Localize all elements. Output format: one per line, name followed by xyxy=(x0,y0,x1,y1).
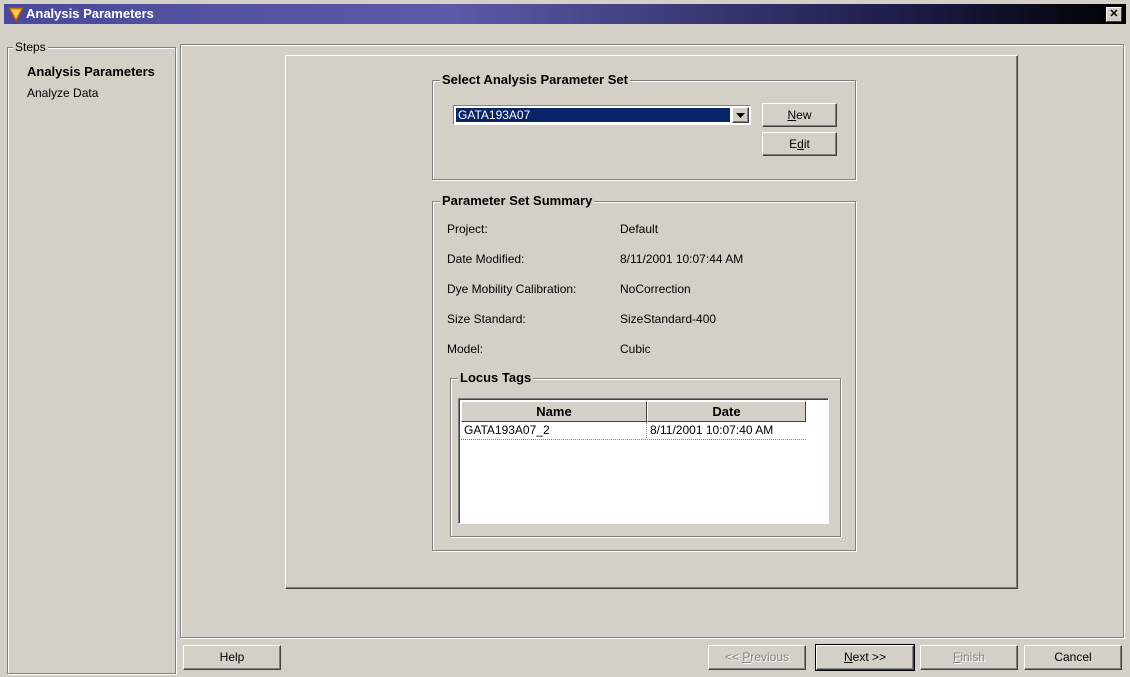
dropdown-arrow-button[interactable] xyxy=(732,107,749,123)
app-logo-icon xyxy=(8,7,24,22)
project-label: Project: xyxy=(447,222,488,236)
column-header-name[interactable]: Name xyxy=(461,401,647,422)
size-standard-label: Size Standard: xyxy=(447,312,526,326)
column-header-date[interactable]: Date xyxy=(647,401,806,422)
finish-button[interactable]: Finish xyxy=(920,645,1018,670)
cancel-button[interactable]: Cancel xyxy=(1024,645,1122,670)
model-label: Model: xyxy=(447,342,484,356)
window-title: Analysis Parameters xyxy=(26,6,154,21)
next-button[interactable]: Next >> xyxy=(815,644,915,671)
locus-tags-legend: Locus Tags xyxy=(458,370,534,385)
step-analyze-data[interactable]: Analyze Data xyxy=(27,86,98,100)
model-value: Cubic xyxy=(620,342,651,356)
table-row[interactable]: GATA193A07_2 8/11/2001 10:07:40 AM xyxy=(461,422,806,440)
previous-button[interactable]: << Previous xyxy=(708,645,806,670)
title-bar[interactable]: Analysis Parameters ✕ xyxy=(4,4,1126,24)
dye-mobility-value: NoCorrection xyxy=(620,282,691,296)
project-value: Default xyxy=(620,222,659,236)
size-standard-value: SizeStandard-400 xyxy=(620,312,717,326)
close-icon[interactable]: ✕ xyxy=(1106,7,1122,22)
locus-tags-table[interactable]: Name Date GATA193A07_2 8/11/2001 10:07:4… xyxy=(458,398,829,524)
step-label: Analyze Data xyxy=(27,86,99,100)
dropdown-selected-value: GATA193A07 xyxy=(456,108,730,122)
select-parameter-set-group xyxy=(432,80,856,180)
dye-mobility-label: Dye Mobility Calibration: xyxy=(447,282,577,296)
locus-date-cell: 8/11/2001 10:07:40 AM xyxy=(650,423,774,437)
step-analysis-parameters[interactable]: Analysis Parameters xyxy=(27,64,155,79)
chevron-down-icon xyxy=(736,113,745,118)
new-button[interactable]: New xyxy=(762,103,837,127)
edit-button[interactable]: Edit xyxy=(762,132,837,156)
help-button[interactable]: Help xyxy=(183,645,281,670)
steps-legend: Steps xyxy=(13,40,48,54)
date-modified-label: Date Modified: xyxy=(447,252,525,266)
step-label: Analysis Parameters xyxy=(27,64,155,79)
select-parameter-set-legend: Select Analysis Parameter Set xyxy=(440,72,630,87)
date-modified-value: 8/11/2001 10:07:44 AM xyxy=(620,252,744,266)
parameter-set-dropdown[interactable]: GATA193A07 xyxy=(453,105,751,125)
locus-name-cell: GATA193A07_2 xyxy=(464,423,550,437)
parameter-summary-legend: Parameter Set Summary xyxy=(440,193,595,208)
steps-panel xyxy=(7,47,176,674)
